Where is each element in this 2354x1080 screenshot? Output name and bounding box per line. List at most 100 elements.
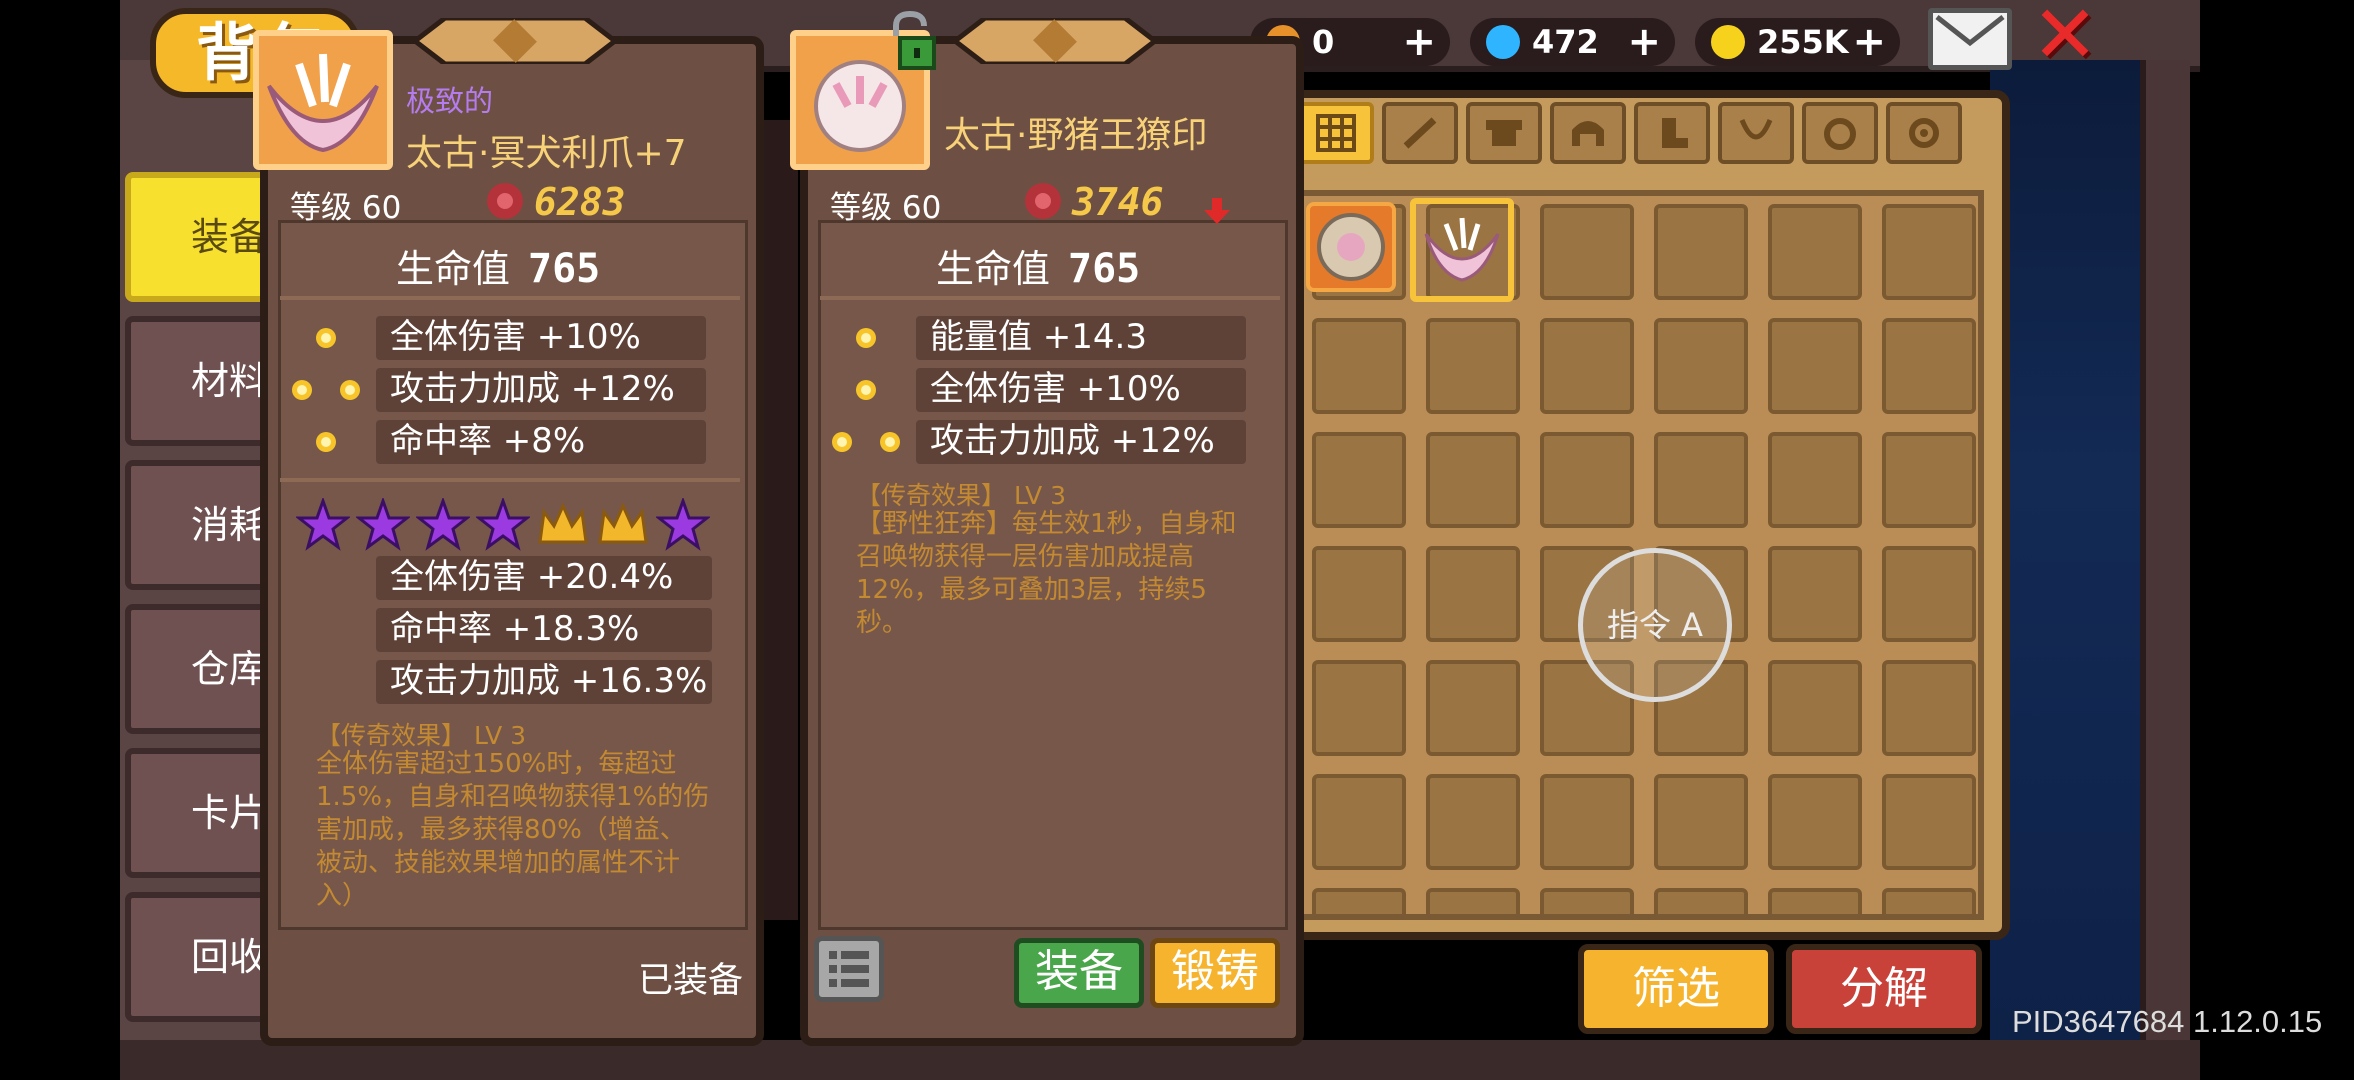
power-value: 3746 [1072,180,1164,224]
tab-ring-icon[interactable] [1802,102,1878,164]
lock-icon[interactable] [880,10,940,72]
equip-button[interactable]: 装备 [1014,938,1144,1008]
inventory-slot[interactable] [1768,204,1862,300]
legend-text: 全体伤害超过150%时，每超过1.5%，自身和召唤物获得1%的伤害加成，最多获得… [316,749,710,911]
mail-button[interactable] [1928,8,2012,70]
stat-row: 攻击力加成 +12% [916,420,1246,464]
claw-icon [1424,217,1500,282]
inventory-slot[interactable] [1882,546,1976,642]
gem-icon [856,328,876,348]
inventory-slot[interactable] [1882,774,1976,870]
filter-button[interactable]: 筛选 [1578,944,1774,1034]
inventory-slot[interactable] [1882,318,1976,414]
inventory-slot[interactable] [1312,546,1406,642]
star-icon [656,498,710,551]
gem-icon [856,380,876,400]
inventory-slot[interactable] [1426,660,1520,756]
stat-row: 攻击力加成 +12% [376,368,706,412]
decompose-button[interactable]: 分解 [1786,944,1982,1034]
card-left-ornament [415,18,615,64]
inventory-slot[interactable] [1768,432,1862,528]
star-icon [296,498,350,551]
crown-icon [538,502,588,544]
version-label: PID3647684 1.12.0.15 [2012,1004,2323,1039]
hp-row: 生命值 765 [396,238,600,293]
power-value: 6283 [534,180,626,224]
inventory-slot[interactable] [1312,888,1406,914]
list-button[interactable] [814,936,884,1002]
inventory-slot[interactable] [1540,774,1634,870]
gem-icon [1486,25,1520,59]
power-icon [487,183,523,219]
tab-boots-icon[interactable] [1634,102,1710,164]
tab-weapon-icon[interactable] [1382,102,1458,164]
bonus-stat-row: 命中率 +18.3% [376,608,712,652]
inventory-slot[interactable] [1540,888,1634,914]
inventory-slot[interactable] [1540,432,1634,528]
inventory-item-seal[interactable] [1306,202,1396,292]
inventory-slot[interactable] [1312,774,1406,870]
gems-add-button[interactable]: + [1627,19,1661,65]
close-button[interactable]: ✕ [2030,0,2100,75]
inventory-slot[interactable] [1312,318,1406,414]
item-grade: 极致的 [406,84,494,118]
gems-value: 472 [1532,23,1599,61]
inventory-slot[interactable] [1654,888,1748,914]
gold-value: 255K [1757,23,1849,61]
currency-gems: 472 + [1470,18,1675,66]
hp-label: 生命值 [936,247,1051,291]
list-icon [829,951,869,987]
inventory-slot[interactable] [1540,204,1634,300]
star-icon [416,498,470,551]
inventory-slot[interactable] [1654,774,1748,870]
inventory-slot[interactable] [1654,318,1748,414]
inventory-slot[interactable] [1312,660,1406,756]
energy-value: 0 [1312,23,1335,61]
inventory-slot[interactable] [1882,204,1976,300]
card-right-ornament [955,18,1155,64]
bonus-stat-row: 全体伤害 +20.4% [376,556,712,600]
power-icon [1025,183,1061,219]
inventory-slot[interactable] [1312,432,1406,528]
tab-necklace-icon[interactable] [1718,102,1794,164]
tab-gear-icon[interactable] [1886,102,1962,164]
inventory-slot[interactable] [1426,774,1520,870]
tab-helmet-icon[interactable] [1550,102,1626,164]
inventory-slot[interactable] [1882,660,1976,756]
crown-icon [598,502,648,544]
gem-icon [880,432,900,452]
inventory-slot[interactable] [1654,204,1748,300]
inventory-slot[interactable] [1768,546,1862,642]
inventory-slot[interactable] [1768,774,1862,870]
inventory-tabs [1298,102,1962,164]
star-rating [296,498,710,552]
gold-add-button[interactable]: + [1852,19,1886,65]
forge-button[interactable]: 锻铸 [1150,938,1280,1008]
gem-icon [316,328,336,348]
inventory-slot[interactable] [1426,318,1520,414]
claw-icon [267,53,379,153]
power-down-arrow-icon [1204,198,1230,224]
inventory-slot[interactable] [1426,432,1520,528]
energy-add-button[interactable]: + [1402,19,1436,65]
inventory-slot[interactable] [1426,888,1520,914]
inventory-slot[interactable] [1882,432,1976,528]
inventory-slot[interactable] [1654,432,1748,528]
scene-strip [760,120,798,920]
stat-row: 能量值 +14.3 [916,316,1246,360]
inventory-slot[interactable] [1768,888,1862,914]
star-icon [356,498,410,551]
inventory-slot[interactable] [1768,318,1862,414]
hp-label: 生命值 [396,247,511,291]
inventory-slot[interactable] [1882,888,1976,914]
divider [280,296,740,300]
inventory-slot[interactable] [1426,546,1520,642]
legend-title: 【传奇效果】 LV 3 [856,481,1067,510]
command-a-button[interactable]: 指令 A [1578,548,1732,702]
inventory-slot[interactable] [1768,660,1862,756]
inventory-slot[interactable] [1540,318,1634,414]
star-icon [476,498,530,551]
inventory-item-claw-selected[interactable] [1410,198,1514,302]
tab-armor-icon[interactable] [1466,102,1542,164]
tab-all-icon[interactable] [1298,102,1374,164]
